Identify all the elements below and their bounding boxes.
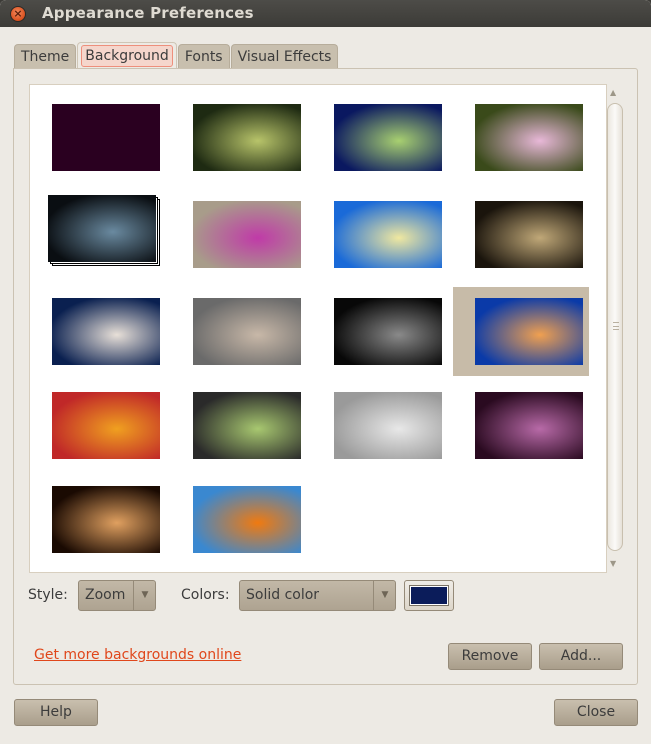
chevron-down-icon: ▼ <box>381 590 389 600</box>
close-icon: × <box>13 7 23 20</box>
background-thumbnail-pebbles[interactable] <box>193 298 301 365</box>
window-close-button[interactable]: × <box>10 6 26 22</box>
background-thumbnail-green-field-blur[interactable] <box>193 392 301 459</box>
titlebar: × Appearance Preferences <box>0 0 651 27</box>
colors-label: Colors: <box>181 587 230 603</box>
close-button[interactable]: Close <box>554 699 638 726</box>
background-thumbnail-spiral-galaxy-stack[interactable] <box>48 195 156 262</box>
vertical-scrollbar[interactable] <box>607 103 623 551</box>
background-thumbnail-white-flower-dark[interactable] <box>334 298 442 365</box>
tab-bar: Theme Background Fonts Visual Effects <box>14 42 339 71</box>
background-thumbnail-magenta-flower[interactable] <box>193 201 301 268</box>
scroll-down-icon[interactable]: ▼ <box>610 559 616 568</box>
style-label: Style: <box>28 587 68 603</box>
background-thumbnail-pier-sunset[interactable] <box>475 298 583 365</box>
background-thumbnail-blue-light-burst[interactable] <box>334 104 442 171</box>
tab-fonts[interactable]: Fonts <box>177 44 230 70</box>
combo-separator <box>373 581 374 610</box>
background-thumbnail-water-glass[interactable] <box>334 392 442 459</box>
background-thumbnail-pink-daisy[interactable] <box>475 104 583 171</box>
colors-combo[interactable]: Solid color ▼ <box>239 580 396 611</box>
combo-separator <box>133 581 134 610</box>
background-thumbnail-dandelion[interactable] <box>52 298 160 365</box>
background-thumbnail-orange-flower[interactable] <box>193 486 301 553</box>
tab-visual-effects[interactable]: Visual Effects <box>230 44 339 70</box>
background-thumbnail-white-daisy-blue-sky[interactable] <box>334 201 442 268</box>
background-thumbnail-bokeh-red[interactable] <box>52 392 160 459</box>
tab-theme[interactable]: Theme <box>14 44 77 70</box>
scroll-up-icon[interactable]: ▲ <box>610 88 616 97</box>
get-more-backgrounds-link[interactable]: Get more backgrounds online <box>34 647 241 663</box>
color-picker-button[interactable] <box>404 580 454 611</box>
window-title: Appearance Preferences <box>42 4 254 22</box>
style-combo[interactable]: Zoom ▼ <box>78 580 156 611</box>
color-swatch <box>409 585 449 606</box>
colors-value: Solid color <box>246 587 320 603</box>
help-button[interactable]: Help <box>14 699 98 726</box>
background-thumbnail-warm-bokeh-lights[interactable] <box>52 486 160 553</box>
background-thumbnail-solid-dark-purple[interactable] <box>52 104 160 171</box>
background-icon-view[interactable] <box>29 84 607 573</box>
background-thumbnail-tree-canopy[interactable] <box>193 104 301 171</box>
background-thumbnail-dewy-leaf[interactable] <box>475 201 583 268</box>
remove-button[interactable]: Remove <box>448 643 532 670</box>
scrollbar-grip-icon <box>613 322 619 330</box>
appearance-preferences-window: × Appearance Preferences Theme Backgroun… <box>0 0 651 744</box>
add-button[interactable]: Add... <box>539 643 623 670</box>
style-value: Zoom <box>85 587 126 603</box>
background-thumbnail-purple-bokeh[interactable] <box>475 392 583 459</box>
tab-background-label: Background <box>81 45 173 67</box>
tab-background[interactable]: Background <box>77 42 177 71</box>
chevron-down-icon: ▼ <box>141 590 149 600</box>
